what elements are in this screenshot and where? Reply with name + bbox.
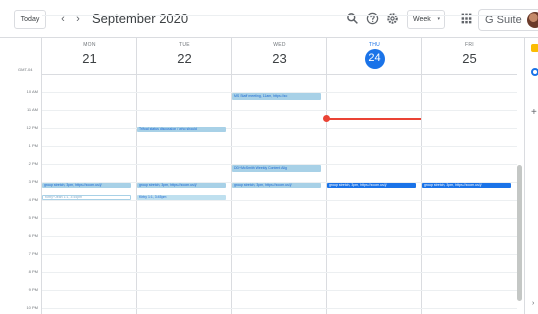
day-of-week-label: WED bbox=[273, 42, 286, 48]
day-of-week-label: MON bbox=[83, 42, 96, 48]
tasks-icon[interactable] bbox=[531, 68, 538, 76]
hour-label: 5 PM bbox=[28, 215, 38, 220]
hour-label: 12 PM bbox=[26, 125, 38, 130]
hour-label: 4 PM bbox=[28, 197, 38, 202]
next-week-button[interactable]: › bbox=[72, 11, 84, 27]
hour-gridline bbox=[42, 272, 517, 273]
hour-label: 10 AM bbox=[26, 89, 38, 94]
hour-label: 2 PM bbox=[28, 161, 38, 166]
view-selector[interactable]: Week ▾ bbox=[407, 10, 445, 29]
hour-gridline bbox=[42, 290, 517, 291]
hour-gridline bbox=[42, 218, 517, 219]
keep-icon[interactable] bbox=[531, 44, 538, 52]
chevron-down-icon: ▾ bbox=[437, 16, 440, 22]
calendar-event[interactable]: group stretch, 3pm, https://zoom.us/j/ bbox=[232, 183, 321, 188]
hour-gridline bbox=[42, 110, 517, 111]
hour-gridline bbox=[42, 236, 517, 237]
day-header-tue[interactable]: TUE 22 bbox=[137, 38, 232, 68]
day-header-mon[interactable]: MON 21 bbox=[42, 38, 137, 68]
current-time-line bbox=[327, 118, 421, 120]
grid-scrollbar[interactable] bbox=[517, 165, 522, 301]
calendar-event[interactable]: Trifoal status discussion / who should bbox=[137, 127, 226, 132]
hour-gridline bbox=[42, 15, 517, 16]
account-switcher[interactable]: G Suite bbox=[478, 9, 538, 31]
day-header-fri[interactable]: FRI 25 bbox=[422, 38, 517, 68]
current-time-dot bbox=[323, 115, 330, 122]
calendar-event[interactable]: group stretch, 3pm, https://zoom.us/j/ bbox=[42, 183, 131, 188]
help-icon[interactable] bbox=[366, 12, 379, 25]
hour-label: 6 PM bbox=[28, 233, 38, 238]
previous-week-button[interactable]: ‹ bbox=[57, 11, 69, 27]
side-panel-rail: + › bbox=[524, 38, 538, 314]
calendar-event[interactable]: group stretch, 3pm, https://zoom.us/j/ bbox=[137, 183, 226, 188]
avatar[interactable] bbox=[527, 12, 538, 28]
view-selector-label: Week bbox=[413, 16, 431, 23]
calendar-event[interactable]: Kirby+Jean 1:1, 3:45pm bbox=[42, 195, 131, 200]
hour-gridline bbox=[42, 254, 517, 255]
hour-label: 7 PM bbox=[28, 251, 38, 256]
calendar-event[interactable]: DD+McSmith Weekly Content Alig bbox=[232, 165, 321, 172]
top-toolbar: Today ‹ › September 2020 Week ▾ G Suite bbox=[0, 0, 538, 38]
day-number[interactable]: 21 bbox=[80, 49, 100, 69]
hour-label: 9 PM bbox=[28, 287, 38, 292]
day-of-week-label: FRI bbox=[465, 42, 474, 48]
day-number-today[interactable]: 24 bbox=[364, 49, 385, 69]
calendar-event[interactable]: group stretch, 3pm, https://zoom.us/j/ bbox=[327, 183, 416, 188]
day-of-week-label: TUE bbox=[179, 42, 190, 48]
hour-label: 11 AM bbox=[26, 107, 38, 112]
timezone-label: GMT-04 bbox=[18, 67, 33, 72]
apps-grid-icon[interactable] bbox=[460, 12, 473, 25]
hour-gridline bbox=[42, 146, 517, 147]
hour-label: 3 PM bbox=[28, 179, 38, 184]
chevron-right-icon[interactable]: › bbox=[532, 300, 534, 307]
add-addon-icon[interactable]: + bbox=[531, 108, 537, 118]
all-day-divider bbox=[42, 74, 517, 75]
hour-label: 8 PM bbox=[28, 269, 38, 274]
calendar-event[interactable]: group stretch, 3pm, https://zoom.us/j/ bbox=[422, 183, 511, 188]
month-title: September 2020 bbox=[92, 11, 189, 26]
day-number[interactable]: 22 bbox=[175, 49, 195, 69]
calendar-event[interactable]: MS Staff meeting, 11am, https://zo bbox=[232, 93, 321, 100]
hour-gridline bbox=[42, 200, 517, 201]
day-header-wed[interactable]: WED 23 bbox=[232, 38, 327, 68]
hour-gridline bbox=[42, 308, 517, 309]
calendar-event[interactable]: Kirby 1:1, 3:45pm bbox=[137, 195, 226, 200]
hour-gridline bbox=[42, 128, 517, 129]
settings-icon[interactable] bbox=[386, 12, 399, 25]
day-header-thu[interactable]: THU 24 bbox=[327, 38, 422, 69]
today-button[interactable]: Today bbox=[14, 10, 46, 29]
day-number[interactable]: 23 bbox=[270, 49, 290, 69]
hour-label: 10 PM bbox=[26, 305, 38, 310]
hour-label: 1 PM bbox=[28, 143, 38, 148]
day-of-week-label: THU bbox=[368, 42, 381, 48]
search-icon[interactable] bbox=[346, 12, 359, 25]
day-number[interactable]: 25 bbox=[460, 49, 480, 69]
